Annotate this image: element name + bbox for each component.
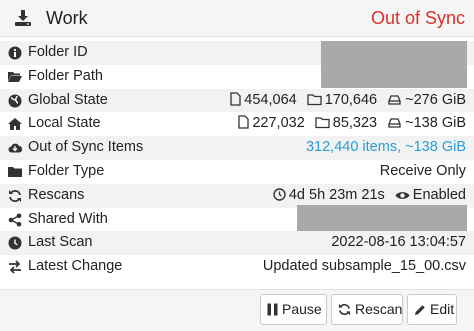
row-folder-type: Folder Type Receive Only bbox=[0, 160, 474, 184]
rescan-button[interactable]: Rescan bbox=[331, 294, 403, 325]
clock-icon bbox=[8, 236, 22, 250]
shared-with-redacted bbox=[297, 204, 467, 231]
global-files: 454,064 bbox=[230, 91, 297, 108]
folder-open-icon bbox=[8, 71, 22, 82]
global-files-count: 454,064 bbox=[244, 91, 297, 108]
folder-icon bbox=[307, 93, 322, 105]
folder-type-label: Folder Type bbox=[28, 162, 105, 179]
row-latest-change: Latest Change Updated subsample_15_00.cs… bbox=[0, 255, 474, 279]
local-folders: 85,323 bbox=[315, 115, 377, 131]
folder-type-value: Receive Only bbox=[379, 162, 466, 179]
edit-button[interactable]: Edit bbox=[407, 294, 457, 325]
local-size-value: ~138 GiB bbox=[405, 115, 466, 132]
latest-change-value: Updated subsample_15_00.csv bbox=[262, 258, 466, 275]
out-of-sync-link[interactable]: 312,440 items, ~138 GiB bbox=[306, 139, 466, 155]
file-icon bbox=[230, 91, 241, 106]
folder-path-label: Folder Path bbox=[28, 67, 103, 84]
folder-icon bbox=[315, 117, 330, 129]
folder-panel: Work Out of Sync Folder ID Folder Path G… bbox=[0, 0, 474, 331]
download-icon bbox=[15, 10, 31, 26]
rescan-button-label: Rescan bbox=[355, 301, 403, 317]
panel-footer: Pause Rescan Edit bbox=[0, 289, 474, 331]
home-icon bbox=[8, 118, 22, 131]
shared-with-label: Shared With bbox=[28, 210, 108, 227]
local-folders-count: 85,323 bbox=[332, 115, 378, 132]
clock-icon bbox=[273, 188, 286, 201]
refresh-icon bbox=[338, 303, 351, 316]
edit-button-label: Edit bbox=[430, 301, 455, 317]
global-state-label: Global State bbox=[28, 91, 108, 108]
refresh-icon bbox=[9, 189, 21, 202]
info-circle-icon bbox=[8, 46, 22, 60]
row-shared-with: Shared With bbox=[0, 204, 474, 232]
hdd-icon bbox=[388, 94, 401, 105]
local-state-value: 227,032 85,323 ~138 GiB bbox=[228, 115, 466, 131]
rescans-label: Rescans bbox=[28, 186, 85, 203]
cloud-download-icon bbox=[8, 143, 22, 153]
local-state-label: Local State bbox=[28, 115, 101, 132]
watcher-status: Enabled bbox=[395, 187, 466, 203]
row-global-state: Global State 454,064 170,646 ~276 GiB bbox=[0, 88, 474, 113]
folder-icon bbox=[8, 166, 22, 177]
pencil-icon bbox=[415, 305, 425, 315]
exchange-icon bbox=[9, 260, 21, 274]
folder-title: Work bbox=[46, 8, 88, 28]
rescan-interval: 4d 5h 23m 21s bbox=[273, 187, 385, 203]
sync-status: Out of Sync bbox=[370, 8, 465, 28]
row-local-state: Local State 227,032 85,323 ~138 GiB bbox=[0, 112, 474, 136]
global-folders: 170,646 bbox=[307, 92, 377, 108]
rescan-interval-value: 4d 5h 23m 21s bbox=[288, 186, 385, 203]
row-last-scan: Last Scan 2022-08-16 13:04:57 bbox=[0, 231, 474, 256]
pause-button[interactable]: Pause bbox=[260, 294, 327, 325]
folder-header[interactable]: Work Out of Sync bbox=[0, 0, 474, 37]
hdd-icon bbox=[388, 118, 401, 129]
global-size-value: ~276 GiB bbox=[405, 91, 466, 108]
pause-button-label: Pause bbox=[282, 301, 322, 317]
local-files-count: 227,032 bbox=[252, 115, 305, 132]
local-files: 227,032 bbox=[238, 115, 305, 132]
global-state-value: 454,064 170,646 ~276 GiB bbox=[220, 92, 466, 108]
latest-change-label: Latest Change bbox=[28, 258, 123, 275]
last-scan-value: 2022-08-16 13:04:57 bbox=[331, 234, 466, 251]
pause-icon bbox=[267, 303, 278, 316]
local-size: ~138 GiB bbox=[387, 115, 466, 131]
last-scan-label: Last Scan bbox=[28, 234, 93, 251]
out-of-sync-label: Out of Sync Items bbox=[28, 139, 144, 156]
folder-path-redacted bbox=[321, 40, 467, 88]
row-out-of-sync: Out of Sync Items 312,440 items, ~138 Gi… bbox=[0, 136, 474, 160]
eye-icon bbox=[395, 191, 410, 199]
file-icon bbox=[238, 115, 249, 130]
global-folders-count: 170,646 bbox=[324, 91, 378, 108]
global-size: ~276 GiB bbox=[387, 92, 466, 108]
folder-id-label: Folder ID bbox=[28, 44, 88, 60]
row-folder-path: Folder Path bbox=[0, 40, 474, 89]
folder-details: Folder ID Folder Path Global State 454,0… bbox=[0, 40, 474, 279]
rescans-value: 4d 5h 23m 21s Enabled bbox=[263, 187, 466, 203]
share-icon bbox=[8, 213, 22, 227]
watcher-status-value: Enabled bbox=[412, 186, 466, 203]
globe-icon bbox=[8, 94, 22, 108]
